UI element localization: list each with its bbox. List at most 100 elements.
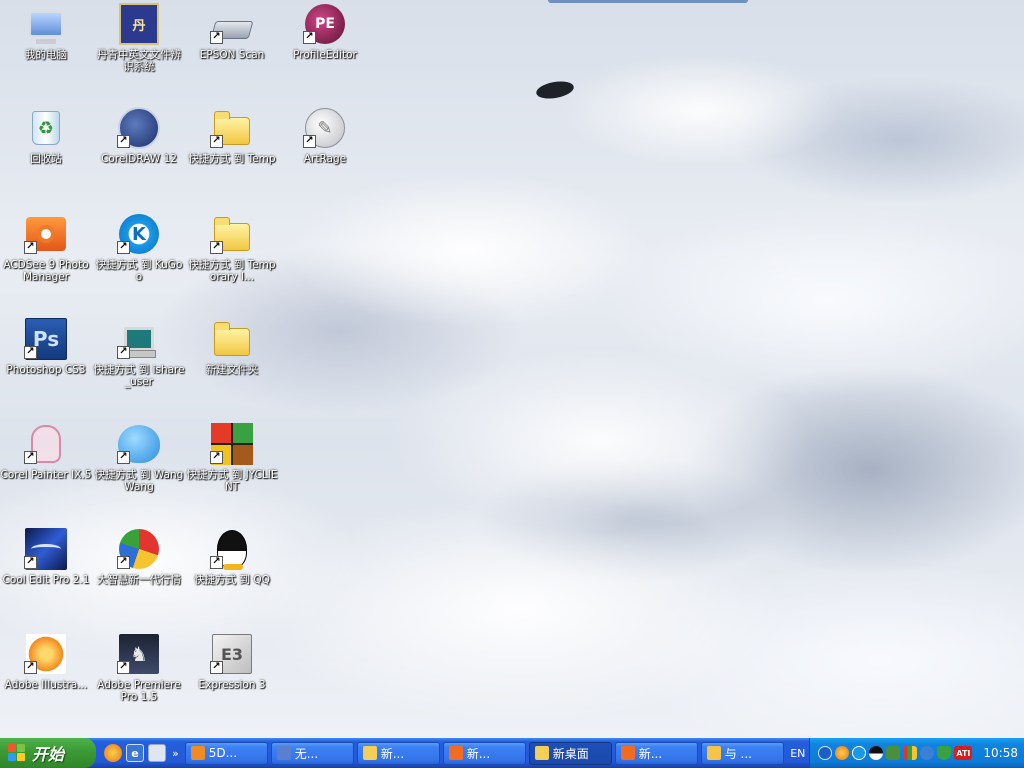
icon-label: 我的电脑 [25,49,67,61]
show-desktop-icon[interactable] [148,744,166,762]
desktop-icon-epson-scan[interactable]: ↗ EPSON Scan [186,2,278,102]
shortcut-arrow-icon: ↗ [210,451,223,464]
icon-label: 回收站 [30,153,62,165]
taskbar-button[interactable]: 新... [614,741,698,765]
desktop-icon-ocr-system[interactable]: 丹 丹青中英文文件辨识系统 [93,2,185,102]
taskbar-button-label: 与 ... [724,746,752,761]
my-computer-icon [24,2,68,46]
shortcut-arrow-icon: ↗ [303,31,316,44]
desktop-icon-ishare-user[interactable]: ↗ 快捷方式 到 ishare_user [93,317,185,417]
icon-label: CorelDRAW 12 [101,153,177,165]
desktop-icon-illustrator[interactable]: ↗ Adobe Illustra... [0,632,92,732]
icon-label: 快捷方式 到 Temporary I... [188,259,276,283]
icon-label: 快捷方式 到 Temp [188,153,276,165]
taskbar-button-label: 新桌面 [552,746,589,761]
app-tray-icon[interactable] [903,746,918,760]
desktop-icon-my-computer[interactable]: 我的电脑 [0,2,92,102]
clock[interactable]: 10:58 [983,746,1018,760]
desktop-icon-profile-editor[interactable]: PE ↗ ProfileEditor [279,2,371,102]
desktop-icon-kugoo[interactable]: K ↗ 快捷方式 到 KuGoo [93,212,185,312]
desktop-icon-corel-painter[interactable]: ↗ Corel Painter IX.5 [0,422,92,522]
photoshop-icon: Ps ↗ [24,317,68,361]
tray-collapse-icon[interactable] [818,746,833,760]
desktop-icon-coreldraw[interactable]: ↗ CorelDRAW 12 [93,106,185,206]
shortcut-arrow-icon: ↗ [24,241,37,254]
desktop-icon-acdsee[interactable]: ↗ ACDSee 9 Photo Manager [0,212,92,312]
taskbar-button[interactable]: 新... [356,741,440,765]
desktop-icon-temporary-shortcut[interactable]: ↗ 快捷方式 到 Temporary I... [186,212,278,312]
icon-label: Cool Edit Pro 2.1 [2,574,90,586]
shortcut-arrow-icon: ↗ [210,135,223,148]
desktop-icon-wangwang[interactable]: ↗ 快捷方式 到 WangWang [93,422,185,522]
shortcut-arrow-icon: ↗ [210,556,223,569]
icon-label: 大智慧新一代行情 [97,574,181,586]
desktop-icon-jyclient[interactable]: ↗ 快捷方式 到 JYCLIENT [186,422,278,522]
taskbar-button[interactable]: 与 ... [700,741,784,765]
network-tray-icon[interactable] [886,746,901,760]
desktop-icon-photoshop[interactable]: Ps ↗ Photoshop CS3 [0,317,92,417]
icon-label: 丹青中英文文件辨识系统 [97,49,181,73]
firefox-tray-icon[interactable] [835,746,850,760]
icon-label: 快捷方式 到 ishare_user [93,364,185,388]
icon-label: 快捷方式 到 QQ [194,574,270,586]
hidden-window-edge [548,0,748,3]
quick-launch-more-button[interactable]: » [172,747,179,760]
desktop-icon-temp-shortcut[interactable]: ↗ 快捷方式 到 Temp [186,106,278,206]
kugoo-tray-icon[interactable] [852,746,867,760]
icon-label: 快捷方式 到 JYCLIENT [186,469,278,493]
shortcut-arrow-icon: ↗ [303,135,316,148]
taskbar-button[interactable]: 5D... [184,741,268,765]
icon-label: ProfileEditor [293,49,357,61]
volume-tray-icon[interactable] [920,746,935,760]
shortcut-arrow-icon: ↗ [210,31,223,44]
qq-tray-icon[interactable] [869,746,884,760]
taskbar-button-label: 新... [638,746,663,761]
shortcut-arrow-icon: ↗ [117,135,130,148]
chat-icon [706,746,721,760]
taskbar-button[interactable]: 新桌面 [528,741,612,765]
shortcut-arrow-icon: ↗ [117,451,130,464]
desktop-icon-qq[interactable]: ↗ 快捷方式 到 QQ [186,527,278,627]
system-tray: ATI 10:58 [809,738,1024,768]
shortcut-arrow-icon: ↗ [24,556,37,569]
ocr-app-icon: 丹 [117,2,161,46]
desktop-icon-artrage[interactable]: ✎ ↗ ArtRage [279,106,371,206]
desktop-icon-expression[interactable]: E3 ↗ Expression 3 [186,632,278,732]
security-shield-icon[interactable] [937,746,952,760]
desktop-icon-cool-edit[interactable]: ↗ Cool Edit Pro 2.1 [0,527,92,627]
expression-icon: E3 ↗ [210,632,254,676]
ati-tray-icon[interactable]: ATI [954,746,973,760]
profile-editor-icon: PE ↗ [303,2,347,46]
taskbar: 开始 e » 5D... 无... 新... 新... 新桌面 新... 与 ... EN … [0,738,1024,768]
desktop-icon-premiere[interactable]: ♞ ↗ Adobe Premiere Pro 1.5 [93,632,185,732]
start-label: 开始 [32,745,65,764]
firefox-icon[interactable] [104,744,122,762]
desktop-icon-stock-app[interactable]: ↗ 大智慧新一代行情 [93,527,185,627]
folder-icon [534,746,549,760]
acdsee-icon [620,746,635,760]
folder-icon: ↗ [210,212,254,256]
taskbar-button[interactable]: 无... [270,741,354,765]
start-button[interactable]: 开始 [0,738,96,768]
kugoo-icon: K ↗ [117,212,161,256]
icon-label: EPSON Scan [199,49,265,61]
artrage-icon: ✎ ↗ [303,106,347,150]
recycle-bin-icon: ♻ [24,106,68,150]
shortcut-arrow-icon: ↗ [117,241,130,254]
internet-explorer-icon[interactable]: e [126,744,144,762]
shortcut-arrow-icon: ↗ [24,346,37,359]
folder-icon [210,317,254,361]
firefox-icon [190,746,205,760]
icon-label: Corel Painter IX.5 [0,469,92,481]
language-indicator[interactable]: EN [790,747,805,760]
desktop-icon-recycle-bin[interactable]: ♻ 回收站 [0,106,92,206]
illustrator-icon: ↗ [24,632,68,676]
shortcut-arrow-icon: ↗ [24,451,37,464]
coreldraw-icon: ↗ [117,106,161,150]
taskbar-button[interactable]: 新... [442,741,526,765]
acdsee-icon [448,746,463,760]
desktop-icon-new-folder[interactable]: 新建文件夹 [186,317,278,417]
stock-app-icon: ↗ [117,527,161,571]
icon-label: 快捷方式 到 KuGoo [95,259,183,283]
folder-icon [362,746,377,760]
